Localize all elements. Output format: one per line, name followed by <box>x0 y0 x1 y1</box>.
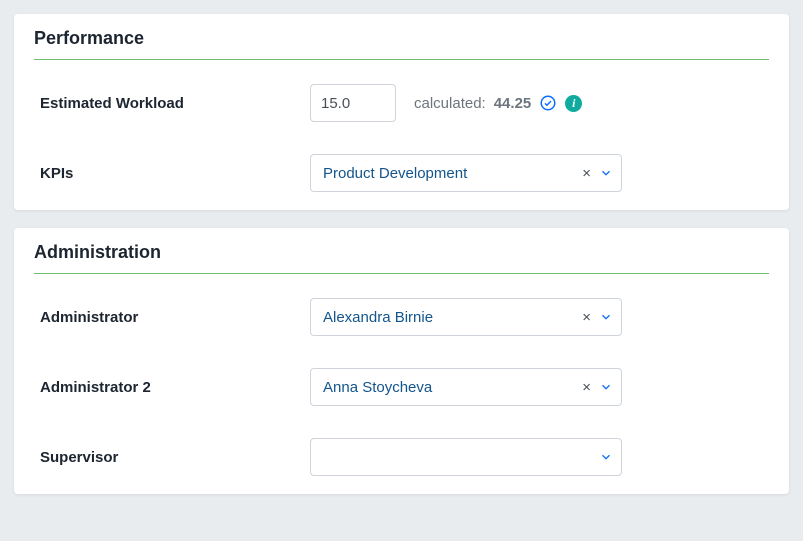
divider <box>34 59 769 60</box>
chevron-down-icon[interactable] <box>599 450 613 464</box>
row-kpis: KPIs Product Development × <box>34 154 769 192</box>
administration-panel: Administration Administrator Alexandra B… <box>14 228 789 494</box>
chevron-down-icon[interactable] <box>599 166 613 180</box>
workload-input[interactable] <box>310 84 396 122</box>
calculated-block: calculated: 44.25 i <box>414 94 582 112</box>
clear-icon[interactable]: × <box>578 310 595 325</box>
supervisor-select[interactable] <box>310 438 622 476</box>
check-circle-icon[interactable] <box>539 94 557 112</box>
row-supervisor: Supervisor <box>34 438 769 476</box>
chevron-down-icon[interactable] <box>599 380 613 394</box>
admin2-label: Administrator 2 <box>34 379 310 396</box>
calculated-label: calculated: <box>414 95 486 112</box>
admin1-value: Alexandra Birnie <box>323 309 578 326</box>
row-admin1: Administrator Alexandra Birnie × <box>34 298 769 336</box>
performance-title: Performance <box>34 14 769 59</box>
administration-title: Administration <box>34 228 769 273</box>
workload-label: Estimated Workload <box>34 95 310 112</box>
kpis-select[interactable]: Product Development × <box>310 154 622 192</box>
admin2-value: Anna Stoycheva <box>323 379 578 396</box>
admin1-select[interactable]: Alexandra Birnie × <box>310 298 622 336</box>
info-icon[interactable]: i <box>565 95 582 112</box>
row-admin2: Administrator 2 Anna Stoycheva × <box>34 368 769 406</box>
kpis-value: Product Development <box>323 165 578 182</box>
calculated-value: 44.25 <box>494 95 532 112</box>
kpis-label: KPIs <box>34 165 310 182</box>
performance-panel: Performance Estimated Workload calculate… <box>14 14 789 210</box>
clear-icon[interactable]: × <box>578 166 595 181</box>
supervisor-label: Supervisor <box>34 449 310 466</box>
divider <box>34 273 769 274</box>
clear-icon[interactable]: × <box>578 380 595 395</box>
admin1-label: Administrator <box>34 309 310 326</box>
admin2-select[interactable]: Anna Stoycheva × <box>310 368 622 406</box>
chevron-down-icon[interactable] <box>599 310 613 324</box>
row-workload: Estimated Workload calculated: 44.25 i <box>34 84 769 122</box>
